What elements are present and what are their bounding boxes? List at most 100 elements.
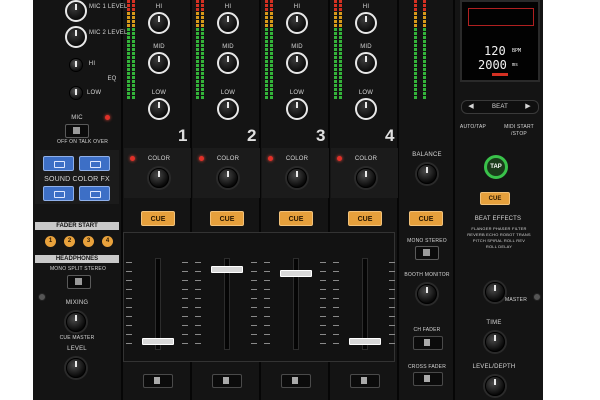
- headphones-level-knob[interactable]: [66, 358, 86, 378]
- eq-mid-label: MID: [360, 44, 372, 50]
- fader-scale-tick: [126, 334, 132, 335]
- ch-fader-curve-switch[interactable]: [413, 336, 443, 350]
- fader-scale-tick: [182, 343, 188, 344]
- eq-low-knob[interactable]: [217, 98, 239, 120]
- eq-hi-knob[interactable]: [355, 12, 377, 34]
- dj-mixer-panel: MIC 1 LEVEL MIC 2 LEVEL HI LOW EQ MIC OF…: [33, 0, 543, 400]
- effects-cue-button[interactable]: CUE: [480, 192, 510, 205]
- crossfader-assign-switch[interactable]: [350, 374, 380, 388]
- channel-fader-cap[interactable]: [349, 338, 381, 345]
- mic1-level-knob[interactable]: [65, 0, 87, 22]
- color-knob[interactable]: [287, 168, 307, 188]
- channel-fader-cap[interactable]: [142, 338, 174, 345]
- headphones-mixing-knob[interactable]: [66, 312, 86, 332]
- mic-eq-hi-knob[interactable]: [69, 58, 83, 72]
- color-led: [268, 156, 273, 161]
- channel-level-meter: [270, 0, 273, 99]
- balance-knob[interactable]: [417, 164, 437, 184]
- cross-fader-label: CROSS FADER: [407, 364, 447, 370]
- channel-level-meter: [339, 0, 342, 99]
- beat-label: BEAT: [491, 104, 509, 110]
- color-knob[interactable]: [218, 168, 238, 188]
- beat-right-arrow-icon[interactable]: ▶: [523, 103, 533, 110]
- eq-hi-knob[interactable]: [217, 12, 239, 34]
- eq-low-knob[interactable]: [355, 98, 377, 120]
- fader-scale-tick: [251, 307, 257, 308]
- fader-scale-tick: [195, 343, 201, 344]
- beat-left-arrow-icon[interactable]: ◀: [466, 103, 476, 110]
- fx-button-1[interactable]: [43, 156, 74, 171]
- eq-mid-knob[interactable]: [355, 52, 377, 74]
- cross-fader-curve-switch[interactable]: [413, 372, 443, 386]
- channel-cue-button[interactable]: CUE: [348, 211, 382, 226]
- fader-scale-tick: [320, 262, 326, 263]
- eq-hi-knob[interactable]: [148, 12, 170, 34]
- tap-button[interactable]: TAP: [484, 155, 508, 179]
- display-bpm-unit: BPM: [512, 48, 522, 54]
- fader-scale-tick: [333, 325, 339, 326]
- channel-cue-button[interactable]: CUE: [279, 211, 313, 226]
- fader-scale-tick: [333, 280, 339, 281]
- fader-scale-tick: [333, 334, 339, 335]
- fader-scale-tick: [333, 307, 339, 308]
- ch-fader-label: CH FADER: [413, 327, 441, 333]
- fx-button-3[interactable]: [43, 186, 74, 201]
- headphones-mode-label: MONO SPLIT STEREO: [49, 266, 107, 272]
- crossfader-assign-switch[interactable]: [212, 374, 242, 388]
- eq-mid-knob[interactable]: [217, 52, 239, 74]
- eq-low-label: LOW: [358, 90, 374, 96]
- fader-scale-tick: [195, 280, 201, 281]
- fader-start-button-2[interactable]: 2: [64, 236, 75, 247]
- fader-scale-tick: [389, 325, 395, 326]
- fx-button-4[interactable]: [79, 186, 110, 201]
- fader-start-button-4[interactable]: 4: [102, 236, 113, 247]
- fader-scale-tick: [251, 316, 257, 317]
- booth-monitor-knob[interactable]: [417, 284, 437, 304]
- time-label: TIME: [486, 320, 502, 326]
- eq-hi-knob[interactable]: [286, 12, 308, 34]
- screw: [38, 293, 46, 301]
- headphones-mono-split-switch[interactable]: [67, 275, 91, 289]
- fader-scale-tick: [251, 334, 257, 335]
- eq-low-knob[interactable]: [286, 98, 308, 120]
- midi-start-stop-label: MIDI START /STOP: [504, 124, 534, 137]
- fader-scale-tick: [333, 271, 339, 272]
- eq-low-knob[interactable]: [148, 98, 170, 120]
- headphones-level-label: LEVEL: [67, 346, 87, 352]
- crossfader-assign-switch[interactable]: [281, 374, 311, 388]
- mic-switch[interactable]: [65, 124, 89, 138]
- fader-scale-tick: [389, 316, 395, 317]
- channel-cue-button[interactable]: CUE: [141, 211, 175, 226]
- color-knob[interactable]: [149, 168, 169, 188]
- color-label: COLOR: [216, 156, 240, 162]
- fx-button-2[interactable]: [79, 156, 110, 171]
- mic-eq-low-knob[interactable]: [69, 86, 83, 100]
- fader-scale-tick: [251, 280, 257, 281]
- fader-scale-tick: [251, 325, 257, 326]
- mic2-level-knob[interactable]: [65, 26, 87, 48]
- color-led: [337, 156, 342, 161]
- color-knob[interactable]: [356, 168, 376, 188]
- eq-mid-knob[interactable]: [286, 52, 308, 74]
- time-knob[interactable]: [485, 332, 505, 352]
- master-cue-button[interactable]: CUE: [409, 211, 443, 226]
- fader-scale-tick: [320, 334, 326, 335]
- master-label: MASTER: [504, 297, 528, 303]
- mic2-level-label: MIC 2 LEVEL: [89, 30, 128, 36]
- channel-cue-button[interactable]: CUE: [210, 211, 244, 226]
- channel-fader-cap[interactable]: [280, 270, 312, 277]
- channel-number: 1: [178, 126, 188, 145]
- fader-scale-tick: [333, 289, 339, 290]
- eq-mid-knob[interactable]: [148, 52, 170, 74]
- fader-scale-tick: [195, 316, 201, 317]
- fader-scale-tick: [195, 271, 201, 272]
- mixing-label: MIXING: [65, 300, 89, 306]
- booth-mono-stereo-switch[interactable]: [415, 246, 439, 260]
- mic-label: MIC: [71, 115, 83, 121]
- fader-start-button-3[interactable]: 3: [83, 236, 94, 247]
- fader-scale-tick: [251, 271, 257, 272]
- fader-start-button-1[interactable]: 1: [45, 236, 56, 247]
- level-depth-knob[interactable]: [485, 376, 505, 396]
- crossfader-assign-switch[interactable]: [143, 374, 173, 388]
- channel-fader-cap[interactable]: [211, 266, 243, 273]
